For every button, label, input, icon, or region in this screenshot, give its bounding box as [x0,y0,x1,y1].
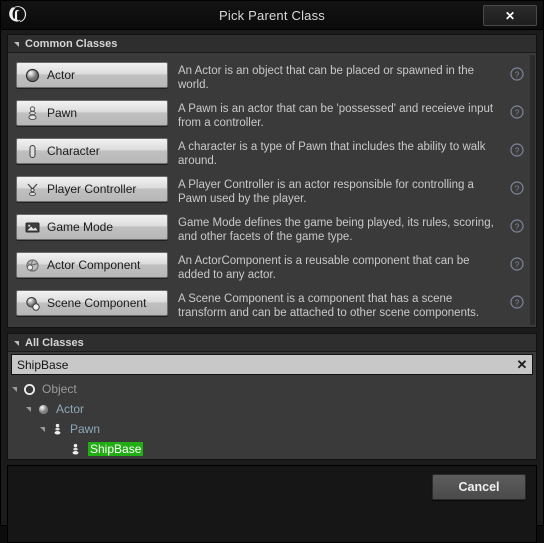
class-row: Player Controller A Player Controller is… [8,171,530,209]
class-description: A Scene Component is a component that ha… [178,292,508,320]
pawn-chess-piece-icon [24,105,40,121]
class-description: A Player Controller is an actor responsi… [178,178,508,206]
all-classes-section: All Classes ✕ Object [7,333,537,460]
class-description: A character is a type of Pawn that inclu… [178,140,508,168]
common-classes-list: Actor An Actor is an object that can be … [8,53,530,327]
cancel-button[interactable]: Cancel [432,474,526,500]
class-button-label: Game Mode [47,220,113,234]
pawn-chess-piece-icon [49,421,65,437]
question-mark-icon[interactable]: ? [508,181,526,195]
class-row: Actor An Actor is an object that can be … [8,57,530,95]
common-classes-scrollbar[interactable] [530,55,535,325]
character-capsule-icon [24,143,40,159]
game-mode-frame-icon [24,219,40,235]
actor-component-gear-icon [24,257,40,273]
svg-text:?: ? [515,145,520,155]
class-button-label: Actor Component [47,258,140,272]
clear-x-icon[interactable]: ✕ [512,357,532,373]
tree-item-label: Actor [56,402,84,416]
tree-item-label: Pawn [70,422,100,436]
dialog-footer: Cancel [7,465,537,543]
question-mark-icon[interactable]: ? [508,295,526,309]
common-classes-header-label: Common Classes [25,38,117,50]
common-classes-section: Common Classes Actor An Actor is an obje… [7,34,537,328]
tree-item-object[interactable]: Object [8,379,536,399]
class-row: Character A character is a type of Pawn … [8,133,530,171]
class-row: Pawn A Pawn is an actor that can be 'pos… [8,95,530,133]
triangle-collapse-icon [14,341,19,346]
pawn-chess-piece-icon [67,441,83,457]
actor-sphere-icon [35,401,51,417]
search-input[interactable] [12,357,512,373]
class-row: Game Mode Game Mode defines the game bei… [8,209,530,247]
class-button-pawn[interactable]: Pawn [16,100,168,126]
svg-text:?: ? [515,259,520,269]
tree-item-label: Object [42,382,77,396]
close-button[interactable]: ✕ [483,5,537,26]
svg-text:?: ? [515,297,520,307]
class-button-actor[interactable]: Actor [16,62,168,88]
tree-item-pawn[interactable]: Pawn [8,419,536,439]
class-button-label: Pawn [47,106,77,120]
class-button-label: Actor [47,68,75,82]
question-mark-icon[interactable]: ? [508,143,526,157]
class-button-scene-component[interactable]: Scene Component [16,290,168,316]
question-mark-icon[interactable]: ? [508,257,526,271]
svg-text:?: ? [515,107,520,117]
class-button-label: Scene Component [47,296,146,310]
class-search-field[interactable]: ✕ [11,354,533,375]
class-button-player-controller[interactable]: Player Controller [16,176,168,202]
common-classes-body: Actor An Actor is an object that can be … [8,53,536,327]
close-icon: ✕ [505,9,515,23]
all-classes-header[interactable]: All Classes [8,334,536,352]
all-classes-header-label: All Classes [25,337,84,349]
pick-parent-class-dialog: Pick Parent Class ✕ Common Classes [0,0,544,526]
class-button-character[interactable]: Character [16,138,168,164]
object-ring-icon [21,381,37,397]
class-button-label: Character [47,144,100,158]
question-mark-icon[interactable]: ? [508,67,526,81]
chevron-expand-icon[interactable] [40,427,45,432]
unreal-engine-logo [3,2,33,28]
class-button-game-mode[interactable]: Game Mode [16,214,168,240]
tree-item-label: ShipBase [88,442,143,456]
question-mark-icon[interactable]: ? [508,219,526,233]
class-description: Game Mode defines the game being played,… [178,216,508,244]
title-bar: Pick Parent Class ✕ [1,1,543,30]
chevron-expand-icon[interactable] [26,407,31,412]
class-button-label: Player Controller [47,182,136,196]
window-title: Pick Parent Class [1,8,543,23]
class-description: An Actor is an object that can be placed… [178,64,508,92]
svg-text:?: ? [515,69,520,79]
tree-item-shipbase[interactable]: ShipBase [8,439,536,459]
class-button-actor-component[interactable]: Actor Component [16,252,168,278]
triangle-collapse-icon [14,42,19,47]
class-row: Actor Component An ActorComponent is a r… [8,247,530,285]
svg-text:?: ? [515,183,520,193]
class-row: Scene Component A Scene Component is a c… [8,285,530,323]
svg-text:?: ? [515,221,520,231]
scene-component-spheres-icon [24,295,40,311]
chevron-expand-icon[interactable] [12,387,17,392]
tree-item-actor[interactable]: Actor [8,399,536,419]
common-classes-header[interactable]: Common Classes [8,35,536,53]
class-tree: Object Actor Pawn [8,377,536,459]
cancel-button-label: Cancel [459,480,500,494]
question-mark-icon[interactable]: ? [508,105,526,119]
class-description: A Pawn is an actor that can be 'possesse… [178,102,508,130]
dialog-body: Common Classes Actor An Actor is an obje… [1,30,543,460]
class-description: An ActorComponent is a reusable componen… [178,254,508,282]
player-controller-icon [24,181,40,197]
actor-sphere-icon [24,67,40,83]
